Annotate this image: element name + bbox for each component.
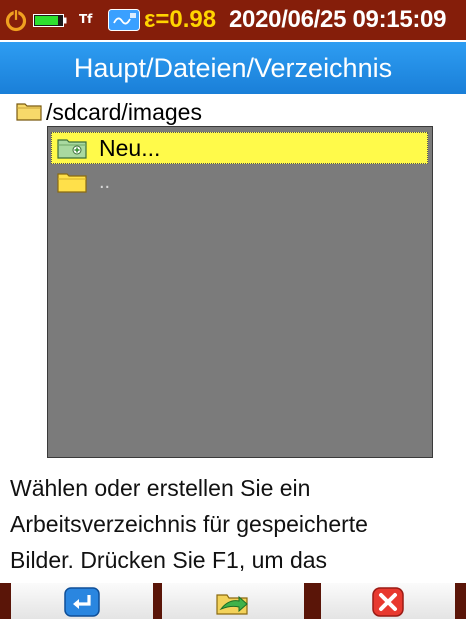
enter-icon: [64, 587, 100, 617]
help-line: Bilder. Drücken Sie F1, um das: [10, 547, 328, 573]
sd-card-icon: [108, 9, 140, 31]
open-folder-arrow-icon: [216, 594, 248, 615]
new-folder-icon: [57, 139, 87, 159]
help-line: Wählen oder erstellen Sie ein: [10, 475, 311, 501]
status-bar: Tf ε=0.98 2020/06/25 09:15:09: [0, 0, 466, 40]
folder-icon: [57, 173, 87, 193]
help-line: Arbeitsverzeichnis für gespeicherte: [10, 511, 368, 537]
power-icon: [5, 8, 27, 32]
close-button[interactable]: [321, 583, 455, 619]
close-icon: [372, 587, 404, 617]
list-item-new-folder[interactable]: Neu...: [51, 132, 428, 164]
enter-button[interactable]: [11, 583, 153, 619]
folder-icon: [16, 103, 42, 121]
list-item-label: ..: [99, 171, 111, 193]
list-item-parent-folder[interactable]: ..: [51, 166, 428, 198]
emissivity-readout: ε=0.98: [144, 6, 217, 33]
page-title: Haupt/Dateien/Verzeichnis: [0, 42, 466, 94]
list-item-label: Neu...: [99, 135, 161, 161]
softkey-bar: [0, 583, 466, 619]
tf-label: Tf: [79, 12, 93, 26]
battery-icon: [33, 14, 67, 27]
date-time: 2020/06/25 09:15:09: [229, 6, 447, 33]
directory-list[interactable]: Neu... ..: [47, 126, 433, 458]
help-text: Wählen oder erstellen Sie ein Arbeitsver…: [10, 470, 460, 578]
open-folder-button[interactable]: [162, 583, 304, 619]
path-label: /sdcard/images: [46, 99, 202, 125]
